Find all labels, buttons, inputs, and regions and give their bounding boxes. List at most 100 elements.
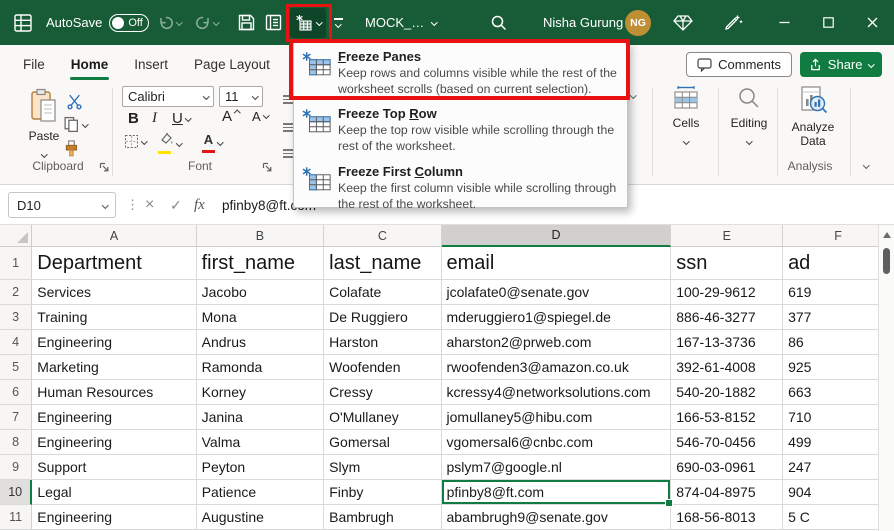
- cell-B1[interactable]: first_name: [197, 247, 325, 280]
- cell-E2[interactable]: 100-29-9612: [671, 280, 783, 305]
- cell-E3[interactable]: 886-46-3277: [671, 305, 783, 330]
- document-title[interactable]: MOCK_…: [365, 0, 437, 45]
- cell-E11[interactable]: 168-56-8013: [671, 505, 783, 530]
- cell-E6[interactable]: 540-20-1882: [671, 380, 783, 405]
- cell-E1[interactable]: ssn: [671, 247, 783, 280]
- editing-button[interactable]: Editing: [722, 85, 776, 148]
- shrink-font-button[interactable]: A: [252, 109, 268, 124]
- cell-B2[interactable]: Jacobo: [197, 280, 325, 305]
- cell-E10[interactable]: 874-04-8975: [671, 480, 783, 505]
- column-header-A[interactable]: A: [32, 225, 196, 247]
- collapse-ribbon-chevron[interactable]: [863, 162, 869, 168]
- cell-C7[interactable]: O'Mullaney: [324, 405, 441, 430]
- save-button[interactable]: [237, 0, 256, 45]
- cell-B5[interactable]: Ramonda: [197, 355, 325, 380]
- borders-button[interactable]: [124, 134, 147, 149]
- cell-D3[interactable]: mderuggiero1@spiegel.de: [442, 305, 672, 330]
- cell-C3[interactable]: De Ruggiero: [324, 305, 441, 330]
- undo-button[interactable]: [158, 0, 182, 45]
- cell-C10[interactable]: Finby: [324, 480, 441, 505]
- clipboard-dialog-launcher[interactable]: [99, 162, 110, 173]
- italic-button[interactable]: I: [152, 110, 157, 127]
- cell-B4[interactable]: Andrus: [197, 330, 325, 355]
- autosave-toggle[interactable]: AutoSave Off: [46, 0, 149, 45]
- cell-A10[interactable]: Legal: [32, 480, 196, 505]
- cell-D2[interactable]: jcolafate0@senate.gov: [442, 280, 672, 305]
- cell-B8[interactable]: Valma: [197, 430, 325, 455]
- cell-B6[interactable]: Korney: [197, 380, 325, 405]
- scroll-up-arrow[interactable]: [883, 232, 891, 238]
- maximize-button[interactable]: [806, 0, 850, 45]
- autosave-switch[interactable]: Off: [109, 14, 149, 32]
- column-header-C[interactable]: C: [324, 225, 441, 247]
- cell-B11[interactable]: Augustine: [197, 505, 325, 530]
- cell-C1[interactable]: last_name: [324, 247, 441, 280]
- premium-button[interactable]: [673, 0, 693, 45]
- row-header-2[interactable]: 2: [0, 280, 32, 305]
- row-header-4[interactable]: 4: [0, 330, 32, 355]
- cell-D4[interactable]: aharston2@prweb.com: [442, 330, 672, 355]
- format-painter-button[interactable]: [63, 140, 81, 157]
- redo-button[interactable]: [195, 0, 219, 45]
- cell-B10[interactable]: Patience: [197, 480, 325, 505]
- name-box[interactable]: D10: [8, 192, 116, 218]
- row-header-11[interactable]: 11: [0, 505, 32, 530]
- column-header-B[interactable]: B: [197, 225, 324, 247]
- column-header-E[interactable]: E: [671, 225, 783, 247]
- row-header-1[interactable]: 1: [0, 247, 32, 280]
- copy-button[interactable]: [63, 116, 88, 133]
- cell-A7[interactable]: Engineering: [32, 405, 196, 430]
- menu-item-freeze-first-column[interactable]: Freeze First Column Keep the first colum…: [294, 160, 627, 217]
- row-header-6[interactable]: 6: [0, 380, 32, 405]
- comments-button[interactable]: Comments: [686, 52, 792, 77]
- cell-E9[interactable]: 690-03-0961: [671, 455, 783, 480]
- share-button[interactable]: Share: [800, 52, 882, 77]
- quick-access-form-button[interactable]: [264, 0, 283, 45]
- select-all-corner[interactable]: [0, 225, 32, 247]
- cell-D7[interactable]: jomullaney5@hibu.com: [442, 405, 672, 430]
- account-name[interactable]: Nisha Gurung: [543, 0, 623, 45]
- enter-button[interactable]: ✓: [170, 192, 182, 218]
- bold-button[interactable]: B: [128, 110, 139, 127]
- cell-B9[interactable]: Peyton: [197, 455, 325, 480]
- cell-E5[interactable]: 392-61-4008: [671, 355, 783, 380]
- insert-function-button[interactable]: fx: [194, 192, 205, 218]
- close-button[interactable]: [850, 0, 894, 45]
- menu-item-freeze-panes[interactable]: Freeze Panes Keep rows and columns visib…: [294, 45, 627, 102]
- vertical-scrollbar[interactable]: [878, 225, 894, 531]
- row-header-10[interactable]: 10: [0, 480, 32, 505]
- tab-page-layout[interactable]: Page Layout: [181, 45, 283, 83]
- cell-A11[interactable]: Engineering: [32, 505, 196, 530]
- cell-A5[interactable]: Marketing: [32, 355, 196, 380]
- font-size-combo[interactable]: 11: [219, 86, 263, 107]
- cell-D11[interactable]: abambrugh9@senate.gov: [442, 505, 672, 530]
- row-header-8[interactable]: 8: [0, 430, 32, 455]
- cells-button[interactable]: Cells: [658, 85, 714, 148]
- cell-B3[interactable]: Mona: [197, 305, 325, 330]
- cell-C4[interactable]: Harston: [324, 330, 441, 355]
- row-header-7[interactable]: 7: [0, 405, 32, 430]
- row-header-9[interactable]: 9: [0, 455, 32, 480]
- cell-A2[interactable]: Services: [32, 280, 196, 305]
- cell-A3[interactable]: Training: [32, 305, 196, 330]
- freeze-panes-quick-button[interactable]: [290, 0, 326, 45]
- tab-home[interactable]: Home: [58, 45, 122, 83]
- paste-button[interactable]: Paste: [22, 88, 66, 161]
- font-name-combo[interactable]: Calibri: [122, 86, 214, 107]
- cell-C5[interactable]: Woofenden: [324, 355, 441, 380]
- cell-C6[interactable]: Cressy: [324, 380, 441, 405]
- tab-file[interactable]: File: [10, 45, 58, 83]
- cell-D5[interactable]: rwoofenden3@amazon.co.uk: [442, 355, 672, 380]
- cell-E7[interactable]: 166-53-8152: [671, 405, 783, 430]
- cell-C9[interactable]: Slym: [324, 455, 441, 480]
- font-dialog-launcher[interactable]: [262, 162, 273, 173]
- cell-C11[interactable]: Bambrugh: [324, 505, 441, 530]
- fill-color-button[interactable]: [158, 132, 182, 154]
- cell-C8[interactable]: Gomersal: [324, 430, 441, 455]
- row-header-5[interactable]: 5: [0, 355, 32, 380]
- row-header-3[interactable]: 3: [0, 305, 32, 330]
- editor-pen-button[interactable]: [723, 0, 743, 45]
- column-header-D[interactable]: D: [442, 225, 672, 247]
- cancel-button[interactable]: ×: [145, 192, 154, 218]
- underline-button[interactable]: U: [172, 110, 190, 127]
